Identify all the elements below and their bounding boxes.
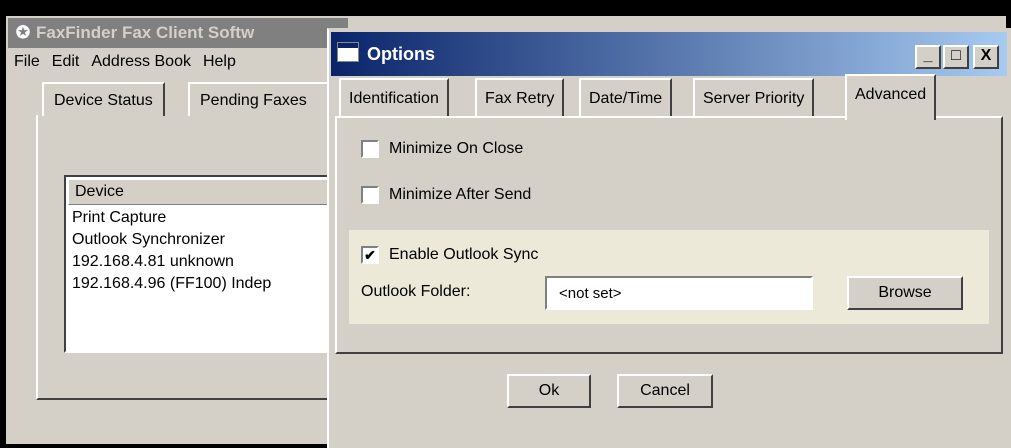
close-button[interactable]: X xyxy=(973,45,999,69)
check-mark-icon: ✔ xyxy=(364,247,376,263)
minimize-icon: _ xyxy=(923,47,933,64)
list-item[interactable]: Print Capture xyxy=(72,207,271,229)
tab-fax-retry[interactable]: Fax Retry xyxy=(475,78,565,116)
outlook-folder-label: Outlook Folder: xyxy=(361,283,471,300)
tab-device-status[interactable]: Device Status xyxy=(42,82,165,116)
maximize-button[interactable]: □ xyxy=(943,45,969,69)
outlook-folder-input[interactable] xyxy=(545,276,813,310)
enable-outlook-sync-checkbox[interactable]: ✔ xyxy=(361,246,379,264)
background-title-bar[interactable]: ✪ FaxFinder Fax Client Softw xyxy=(8,18,348,48)
device-list[interactable]: Device Print Capture Outlook Synchronize… xyxy=(64,175,364,353)
advanced-panel: Minimize On Close Minimize After Send ✔ … xyxy=(335,116,1003,354)
menu-edit[interactable]: Edit xyxy=(52,53,80,70)
list-item[interactable]: Outlook Synchronizer xyxy=(72,229,271,251)
dialog-title: Options xyxy=(367,44,435,64)
list-item[interactable]: 192.168.4.96 (FF100) Indep xyxy=(72,273,271,295)
menu-bar: File Edit Address Book Help xyxy=(8,49,242,75)
tab-advanced[interactable]: Advanced xyxy=(845,74,937,120)
tab-date-time[interactable]: Date/Time xyxy=(579,78,673,116)
app-fax-icon: ✪ xyxy=(15,23,31,42)
device-column-header[interactable]: Device xyxy=(68,179,364,205)
menu-help[interactable]: Help xyxy=(203,53,236,70)
browse-button[interactable]: Browse xyxy=(847,276,963,310)
enable-outlook-sync-label[interactable]: Enable Outlook Sync xyxy=(389,245,538,265)
tab-pending-faxes[interactable]: Pending Faxes xyxy=(188,82,348,116)
window-icon xyxy=(337,42,359,62)
cancel-button[interactable]: Cancel xyxy=(617,374,713,408)
minimize-on-close-label[interactable]: Minimize On Close xyxy=(389,139,523,159)
close-icon: X xyxy=(980,47,992,64)
list-item[interactable]: 192.168.4.81 unknown xyxy=(72,251,271,273)
background-title: FaxFinder Fax Client Softw xyxy=(36,23,255,42)
minimize-after-send-label[interactable]: Minimize After Send xyxy=(389,185,531,205)
maximize-icon: □ xyxy=(951,47,961,64)
ok-button[interactable]: Ok xyxy=(507,374,591,408)
dialog-title-bar[interactable]: Options _ □ X xyxy=(331,32,1007,76)
tab-server-priority[interactable]: Server Priority xyxy=(693,78,815,116)
menu-address-book[interactable]: Address Book xyxy=(91,53,191,70)
minimize-on-close-checkbox[interactable] xyxy=(361,140,379,158)
menu-file[interactable]: File xyxy=(14,53,40,70)
options-dialog: Options _ □ X Identification Fax Retry D… xyxy=(327,28,1011,448)
tab-identification[interactable]: Identification xyxy=(339,78,449,116)
minimize-button[interactable]: _ xyxy=(915,45,941,69)
minimize-after-send-checkbox[interactable] xyxy=(361,186,379,204)
